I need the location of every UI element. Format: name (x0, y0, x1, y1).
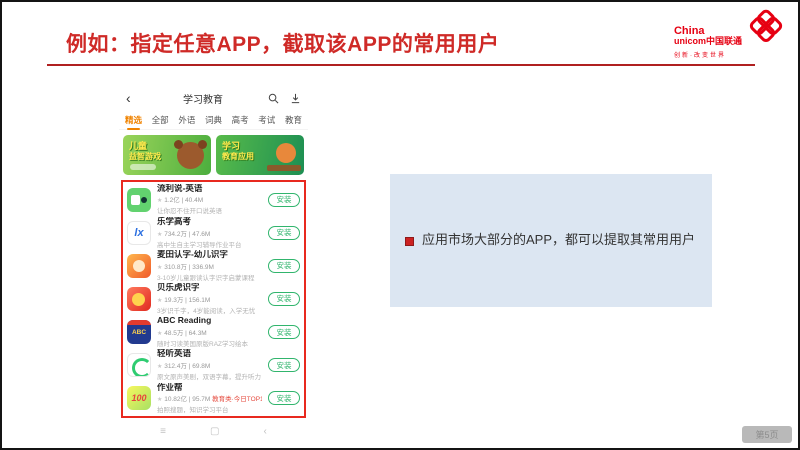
tab-exam[interactable]: 考试 (258, 114, 275, 126)
app-description: 随时习读美国原版RAZ学习绘本 (157, 338, 262, 348)
app-meta: 310.8万 | 336.9M (164, 264, 214, 271)
page-title: 例如：指定任意APP，截取该APP的常用用户 (66, 28, 499, 58)
app-description: 拍照搜题，知识学习平台 (157, 404, 262, 414)
back-icon[interactable]: ‹ (126, 90, 138, 106)
app-badge-top1: 教育类·今日TOP1 (212, 396, 262, 403)
category-title: 学习教育 (138, 91, 268, 106)
category-tabs: 精选 全部 外语 词典 高考 考试 教育 (119, 110, 308, 130)
home-icon[interactable]: ▢ (210, 427, 219, 437)
rating-icon: ★ (157, 265, 162, 271)
maitian-app-icon (127, 254, 151, 278)
lexue-app-icon: lx (127, 221, 151, 245)
tab-featured[interactable]: 精选 (125, 114, 142, 126)
unicom-knot-icon (744, 8, 788, 50)
app-name: 麦田认字-幼儿识字 (157, 250, 262, 260)
app-description: 3-10岁儿童跟读认字识字启蒙课程 (157, 272, 262, 282)
callout-box: 应用市场大部分的APP，都可以提取其常用用户 (390, 174, 712, 307)
banner-learning-apps[interactable]: 学习 教育应用 (216, 135, 304, 175)
rating-icon: ★ (157, 298, 162, 304)
tab-gaokao[interactable]: 高考 (232, 114, 249, 126)
tab-dictionary[interactable]: 词典 (205, 114, 222, 126)
logo-tagline: 创新·改变世界 (674, 50, 726, 59)
title-divider (47, 64, 755, 66)
bullet-square-icon (405, 237, 414, 246)
zuoyebang-app-icon: 100 (127, 386, 151, 410)
app-row-beilehu[interactable]: 贝乐虎识字 ★ 19.3万 | 156.1M 3岁识千字，4岁能阅读，入学无忧 … (127, 282, 300, 315)
app-description: 3岁识千字，4岁能阅读，入学无忧 (157, 305, 262, 315)
rating-icon: ★ (157, 364, 162, 370)
squirrel-illustration (276, 143, 296, 163)
liulishuo-app-icon (127, 188, 151, 212)
tab-foreign-language[interactable]: 外语 (178, 114, 195, 126)
banner-kids-games[interactable]: 儿童 益智游戏 (123, 135, 211, 175)
app-row-liulishuo[interactable]: 流利说-英语 ★ 1.2亿 | 40.4M 让你忍不住开口说英语 安装 (127, 183, 300, 216)
rating-icon: ★ (157, 232, 162, 238)
banner-text: 学习 (222, 141, 254, 152)
install-button[interactable]: 安装 (268, 325, 300, 339)
app-meta: 312.4万 | 69.8M (164, 363, 210, 370)
rating-icon: ★ (157, 397, 162, 403)
beilehu-app-icon (127, 287, 151, 311)
desk-illustration (267, 165, 301, 171)
app-description: 原文原声美剧，双语字幕，提升听力 (157, 371, 262, 381)
app-name: 作业帮 (157, 383, 262, 393)
banner-row: 儿童 益智游戏 学习 教育应用 (119, 130, 308, 178)
install-button[interactable]: 安装 (268, 391, 300, 405)
app-row-lexue-gaokao[interactable]: lx 乐学高考 ★ 734.2万 | 47.6M 高中生自主学习辅导作业平台 安… (127, 216, 300, 249)
download-icon[interactable] (290, 93, 301, 104)
abc-reading-app-icon: ABC (127, 320, 151, 344)
app-name: 贝乐虎识字 (157, 283, 262, 293)
page-number-badge[interactable]: 第5页 (742, 426, 792, 443)
app-name: 轻听英语 (157, 349, 262, 359)
search-icon[interactable] (268, 93, 279, 104)
app-name: 流利说-英语 (157, 184, 262, 194)
appstore-header: ‹ 学习教育 (119, 86, 308, 110)
app-description: 高中生自主学习辅导作业平台 (157, 239, 262, 249)
banner-text: 儿童 (129, 141, 161, 152)
banner-text: 益智游戏 (129, 152, 161, 162)
bear-illustration (177, 142, 204, 169)
banner-button-pill (130, 164, 156, 170)
recents-icon[interactable]: ≡ (160, 427, 166, 437)
tab-all[interactable]: 全部 (152, 114, 169, 126)
qingting-app-icon (127, 353, 151, 377)
callout-text: 应用市场大部分的APP，都可以提取其常用用户 (422, 232, 695, 249)
android-nav-bar: ≡ ▢ ‹ (119, 421, 308, 443)
app-row-qingting[interactable]: 轻听英语 ★ 312.4万 | 69.8M 原文原声美剧，双语字幕，提升听力 安… (127, 349, 300, 382)
highlighted-app-list: 流利说-英语 ★ 1.2亿 | 40.4M 让你忍不住开口说英语 安装 lx 乐… (121, 180, 306, 418)
app-row-abc-reading[interactable]: ABC ABC Reading ★ 48.5万 | 64.3M 随时习读美国原版… (127, 316, 300, 349)
nav-back-icon[interactable]: ‹ (263, 427, 266, 437)
install-button[interactable]: 安装 (268, 193, 300, 207)
phone-screenshot: ‹ 学习教育 精选 全部 外语 词典 高考 考试 教育 (119, 86, 308, 448)
app-meta: 1.2亿 | 40.4M (164, 197, 203, 204)
app-meta: 19.3万 | 156.1M (164, 297, 210, 304)
app-meta: 48.5万 | 64.3M (164, 330, 207, 337)
install-button[interactable]: 安装 (268, 292, 300, 306)
app-row-zuoyebang[interactable]: 100 作业帮 ★ 10.82亿 | 95.7M 教育类·今日TOP1 拍照搜题… (127, 382, 300, 415)
banner-text: 教育应用 (222, 152, 254, 162)
tab-education[interactable]: 教育 (285, 114, 302, 126)
install-button[interactable]: 安装 (268, 259, 300, 273)
rating-icon: ★ (157, 331, 162, 337)
app-row-maitian[interactable]: 麦田认字-幼儿识字 ★ 310.8万 | 336.9M 3-10岁儿童跟读认字识… (127, 249, 300, 282)
app-meta: 10.82亿 | 95.7M (164, 396, 212, 403)
app-name: 乐学高考 (157, 217, 262, 227)
slide: 例如：指定任意APP，截取该APP的常用用户 China unicom中国联通 … (0, 0, 800, 450)
install-button[interactable]: 安装 (268, 358, 300, 372)
app-meta: 734.2万 | 47.6M (164, 231, 210, 238)
china-unicom-logo: China unicom中国联通 创新·改变世界 (674, 8, 788, 59)
logo-brand-cn: unicom中国联通 (674, 37, 742, 47)
app-description: 让你忍不住开口说英语 (157, 205, 262, 215)
install-button[interactable]: 安装 (268, 226, 300, 240)
rating-icon: ★ (157, 198, 162, 204)
app-name: ABC Reading (157, 316, 262, 326)
